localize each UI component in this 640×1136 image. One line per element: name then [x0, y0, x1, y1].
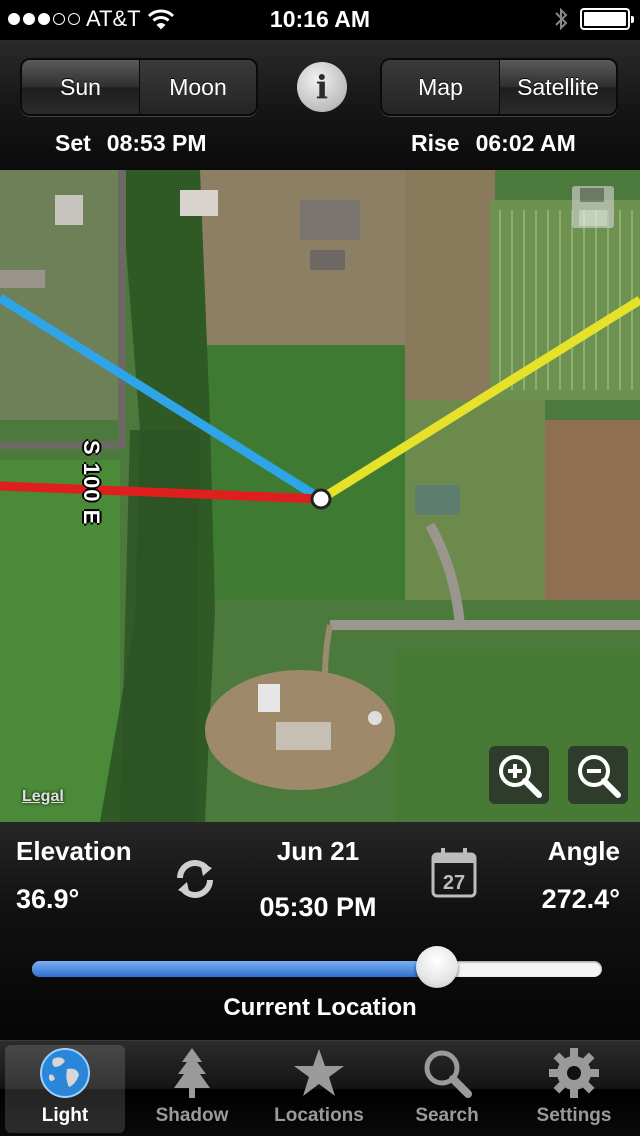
zoom-out-icon [578, 755, 621, 798]
tree-icon [174, 1048, 210, 1098]
angle-value: 272.4° [541, 884, 620, 914]
date-label[interactable]: Jun 21 [0, 836, 636, 867]
tab-bar: Light Shadow Locations Search Settings [0, 1040, 640, 1136]
satellite-map[interactable]: S 100 E Legal [0, 170, 640, 822]
tab-shadow-label: Shadow [155, 1105, 229, 1126]
battery-icon [580, 8, 634, 30]
tab-light-label: Light [41, 1105, 89, 1126]
sun-moon-toggle: Sun Moon [20, 58, 258, 116]
time-slider-track[interactable] [32, 961, 602, 977]
set-label: Set [55, 130, 91, 156]
calendar-icon[interactable]: 27 [430, 846, 478, 903]
rise-label: Rise [411, 130, 460, 156]
time-label[interactable]: 05:30 PM [0, 892, 636, 923]
set-time: Set 08:53 PM [55, 130, 207, 157]
calendar-day: 27 [443, 872, 465, 894]
map-type-toggle: Map Satellite [380, 58, 618, 116]
tab-light[interactable]: Light [5, 1045, 125, 1133]
map-option[interactable]: Map [382, 60, 499, 114]
set-value: 08:53 PM [106, 130, 207, 156]
satellite-option[interactable]: Satellite [499, 60, 616, 114]
tab-search[interactable]: Search [387, 1045, 507, 1133]
tab-locations[interactable]: Locations [259, 1045, 379, 1133]
tab-shadow[interactable]: Shadow [132, 1045, 252, 1133]
road-label: S 100 E [79, 440, 104, 526]
sun-option[interactable]: Sun [22, 60, 139, 114]
bluetooth-icon [555, 7, 568, 31]
status-bar: AT&T 10:16 AM [0, 0, 640, 40]
angle-label: Angle [547, 836, 620, 866]
info-button[interactable]: i [297, 62, 347, 112]
readout-panel: Elevation 36.9° Jun 21 05:30 PM 27 Angle… [0, 822, 640, 1040]
gear-icon [549, 1048, 599, 1098]
search-icon [424, 1050, 472, 1098]
tab-settings-label: Settings [536, 1105, 612, 1126]
legal-link[interactable]: Legal [22, 788, 64, 806]
rise-time: Rise 06:02 AM [411, 130, 576, 157]
zoom-in-icon [499, 755, 542, 798]
tab-locations-label: Locations [274, 1105, 364, 1126]
zoom-out-button[interactable] [568, 746, 628, 804]
tab-settings[interactable]: Settings [514, 1045, 634, 1133]
tab-search-label: Search [415, 1105, 479, 1126]
current-location-label[interactable]: Current Location [0, 994, 640, 1022]
globe-icon [40, 1048, 90, 1098]
moon-option[interactable]: Moon [139, 60, 256, 114]
star-icon [294, 1049, 344, 1096]
zoom-in-button[interactable] [489, 746, 549, 804]
time-slider-thumb[interactable] [415, 946, 458, 988]
save-icon[interactable] [570, 184, 616, 230]
rise-value: 06:02 AM [475, 130, 576, 156]
time-slider-fill [32, 961, 437, 977]
top-panel: Sun Moon i Map Satellite Set 08:53 PM Ri… [0, 40, 640, 170]
status-time: 10:16 AM [269, 6, 371, 32]
